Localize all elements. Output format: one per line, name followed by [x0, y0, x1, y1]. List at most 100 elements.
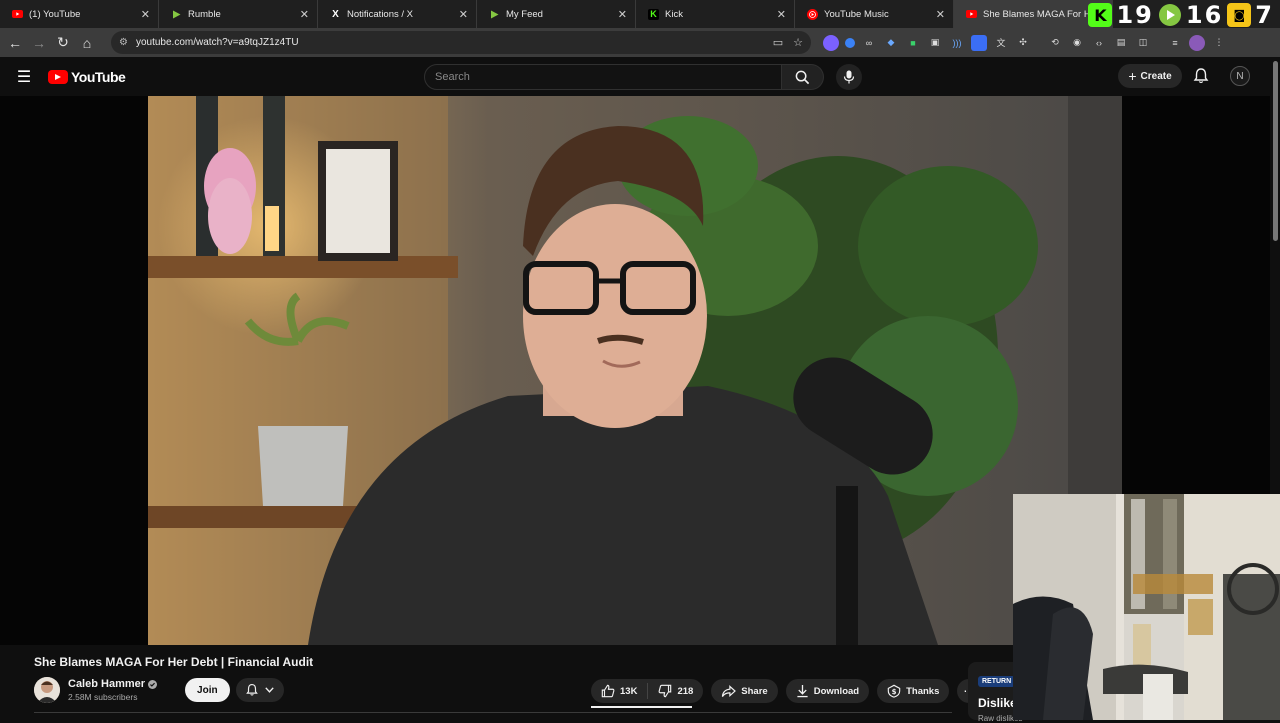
extension-goggles-icon[interactable]: ∞: [861, 35, 877, 51]
address-bar[interactable]: ⚙ youtube.com/watch?v=a9tqJZ1z4TU ▭ ☆: [111, 31, 811, 54]
goggles-logo-icon: ◙: [1227, 3, 1252, 27]
channel-avatar[interactable]: [34, 677, 60, 703]
history-icon[interactable]: ⟲: [1047, 35, 1063, 51]
tab-rumble[interactable]: Rumble ✕: [159, 0, 318, 28]
avatar-initial: N: [1236, 70, 1244, 82]
tab-youtube[interactable]: (1) YouTube ✕: [0, 0, 159, 28]
tab-my-feed[interactable]: My Feed ✕: [477, 0, 636, 28]
rumble-logo-icon: [1158, 3, 1182, 27]
account-avatar[interactable]: N: [1230, 66, 1250, 86]
video-player[interactable]: [148, 96, 1122, 645]
profile-avatar-icon[interactable]: [1189, 34, 1205, 51]
close-tab-icon[interactable]: ✕: [777, 8, 786, 21]
browser-menu-icon[interactable]: ⋮: [1211, 35, 1227, 51]
create-label: Create: [1140, 70, 1172, 82]
video-title: She Blames MAGA For Her Debt | Financial…: [34, 655, 314, 669]
thumbs-up-icon: [601, 684, 615, 698]
extensions-puzzle-icon[interactable]: ✣: [1015, 35, 1031, 51]
tab-title: (1) YouTube: [29, 8, 81, 20]
notifications-bell-icon[interactable]: [1192, 67, 1210, 85]
return-badge: RETURN: [978, 676, 1016, 687]
url-text: youtube.com/watch?v=a9tqJZ1z4TU: [135, 37, 299, 48]
cast-icon[interactable]: ▭: [773, 36, 783, 49]
close-tab-icon[interactable]: ✕: [141, 8, 150, 21]
youtube-favicon-icon: [12, 9, 23, 20]
youtube-wordmark: YouTube: [71, 68, 126, 85]
join-label: Join: [197, 684, 218, 696]
bell-icon: [246, 683, 258, 696]
extension-audio-icon[interactable]: ))): [949, 35, 965, 51]
search-input[interactable]: Search: [424, 64, 782, 90]
search-placeholder: Search: [435, 71, 470, 83]
extension-green-shield-icon[interactable]: ■: [905, 35, 921, 51]
extension-blue-dot-icon[interactable]: [845, 37, 855, 48]
tab-youtube-music[interactable]: YouTube Music ✕: [795, 0, 954, 28]
site-info-icon[interactable]: ⚙: [119, 37, 128, 48]
streamer-webcam-overlay: [1013, 494, 1280, 720]
download-label: Download: [813, 685, 860, 697]
webcam-image: [1013, 494, 1280, 720]
close-tab-icon[interactable]: ✕: [618, 8, 627, 21]
create-button[interactable]: + Create: [1118, 64, 1182, 88]
theater-left-backdrop: [0, 96, 148, 645]
channel-name[interactable]: Caleb Hammer: [68, 678, 145, 690]
like-button[interactable]: 13K: [591, 679, 647, 703]
download-button[interactable]: Download: [785, 679, 870, 703]
video-actions: 13K 218 Share Download $ Thanks ⋯: [591, 679, 982, 703]
join-button[interactable]: Join: [185, 678, 230, 702]
sidepanel-icon[interactable]: ◫: [1135, 35, 1151, 51]
video-frame-image: [148, 96, 1122, 645]
dislike-button[interactable]: 218: [648, 679, 703, 703]
microphone-icon: [843, 70, 855, 84]
thanks-label: Thanks: [906, 685, 940, 697]
home-icon[interactable]: ⌂: [75, 31, 99, 55]
tab-title: She Blames MAGA For Her Debt: [983, 8, 1091, 20]
extension-translate-icon[interactable]: 文: [993, 35, 1009, 51]
tab-title: YouTube Music: [824, 8, 889, 20]
close-tab-icon[interactable]: ✕: [300, 8, 309, 21]
rumble-viewer-count: 16: [1185, 1, 1224, 29]
verified-check-icon: [148, 679, 158, 689]
rumble-favicon-icon: [489, 9, 500, 20]
devtools-code-icon[interactable]: ‹›: [1091, 35, 1107, 51]
back-arrow-icon[interactable]: ←: [3, 31, 27, 55]
thanks-button[interactable]: $ Thanks: [877, 679, 950, 703]
extension-camera-icon[interactable]: ◉: [1069, 35, 1085, 51]
voice-search-button[interactable]: [836, 64, 862, 90]
reading-list-icon[interactable]: ▤: [1113, 35, 1129, 51]
reload-icon[interactable]: ↻: [51, 31, 75, 55]
extension-blue-square-icon[interactable]: [971, 34, 987, 51]
channel-name-row[interactable]: Caleb Hammer: [68, 678, 158, 690]
share-button[interactable]: Share: [711, 679, 778, 703]
like-count: 13K: [620, 685, 638, 697]
tab-title: My Feed: [506, 8, 543, 20]
chevron-down-icon: [265, 687, 274, 693]
subscribed-notifications-button[interactable]: [235, 678, 284, 702]
search-button[interactable]: [782, 64, 824, 90]
tab-title: Rumble: [188, 8, 221, 20]
kick-favicon-icon: K: [648, 8, 659, 20]
subscriber-count: 2.58M subscribers: [68, 692, 138, 702]
youtube-masthead: ☰ YouTube Search + Create N: [0, 57, 1280, 96]
like-dislike-bar: 13K 218: [591, 679, 704, 703]
media-controls-icon[interactable]: ≡: [1167, 35, 1183, 51]
close-tab-icon[interactable]: ✕: [459, 8, 468, 21]
download-icon: [797, 684, 808, 698]
svg-text:$: $: [892, 688, 897, 696]
share-label: Share: [741, 685, 768, 697]
tab-kick[interactable]: K Kick ✕: [636, 0, 795, 28]
extension-circle-icon[interactable]: [823, 34, 839, 51]
youtube-music-favicon-icon: [807, 8, 818, 20]
extension-shield-icon[interactable]: ◆: [883, 35, 899, 51]
extensions-row: ∞ ◆ ■ ▣ ))) 文 ✣ ⟲ ◉ ‹› ▤ ◫ ≡ ⋮: [823, 34, 1227, 51]
extension-screen-icon[interactable]: ▣: [927, 35, 943, 51]
channel-row: Caleb Hammer 2.58M subscribers Join: [34, 677, 284, 703]
hamburger-menu-icon[interactable]: ☰: [0, 67, 48, 87]
forward-arrow-icon[interactable]: →: [27, 31, 51, 55]
bookmark-star-icon[interactable]: ☆: [793, 36, 803, 49]
close-tab-icon[interactable]: ✕: [936, 8, 945, 21]
youtube-logo[interactable]: YouTube: [48, 68, 126, 85]
scrollbar-thumb[interactable]: [1273, 61, 1278, 241]
kick-viewer-count: 19: [1116, 1, 1154, 29]
tab-x-notifications[interactable]: X Notifications / X ✕: [318, 0, 477, 28]
